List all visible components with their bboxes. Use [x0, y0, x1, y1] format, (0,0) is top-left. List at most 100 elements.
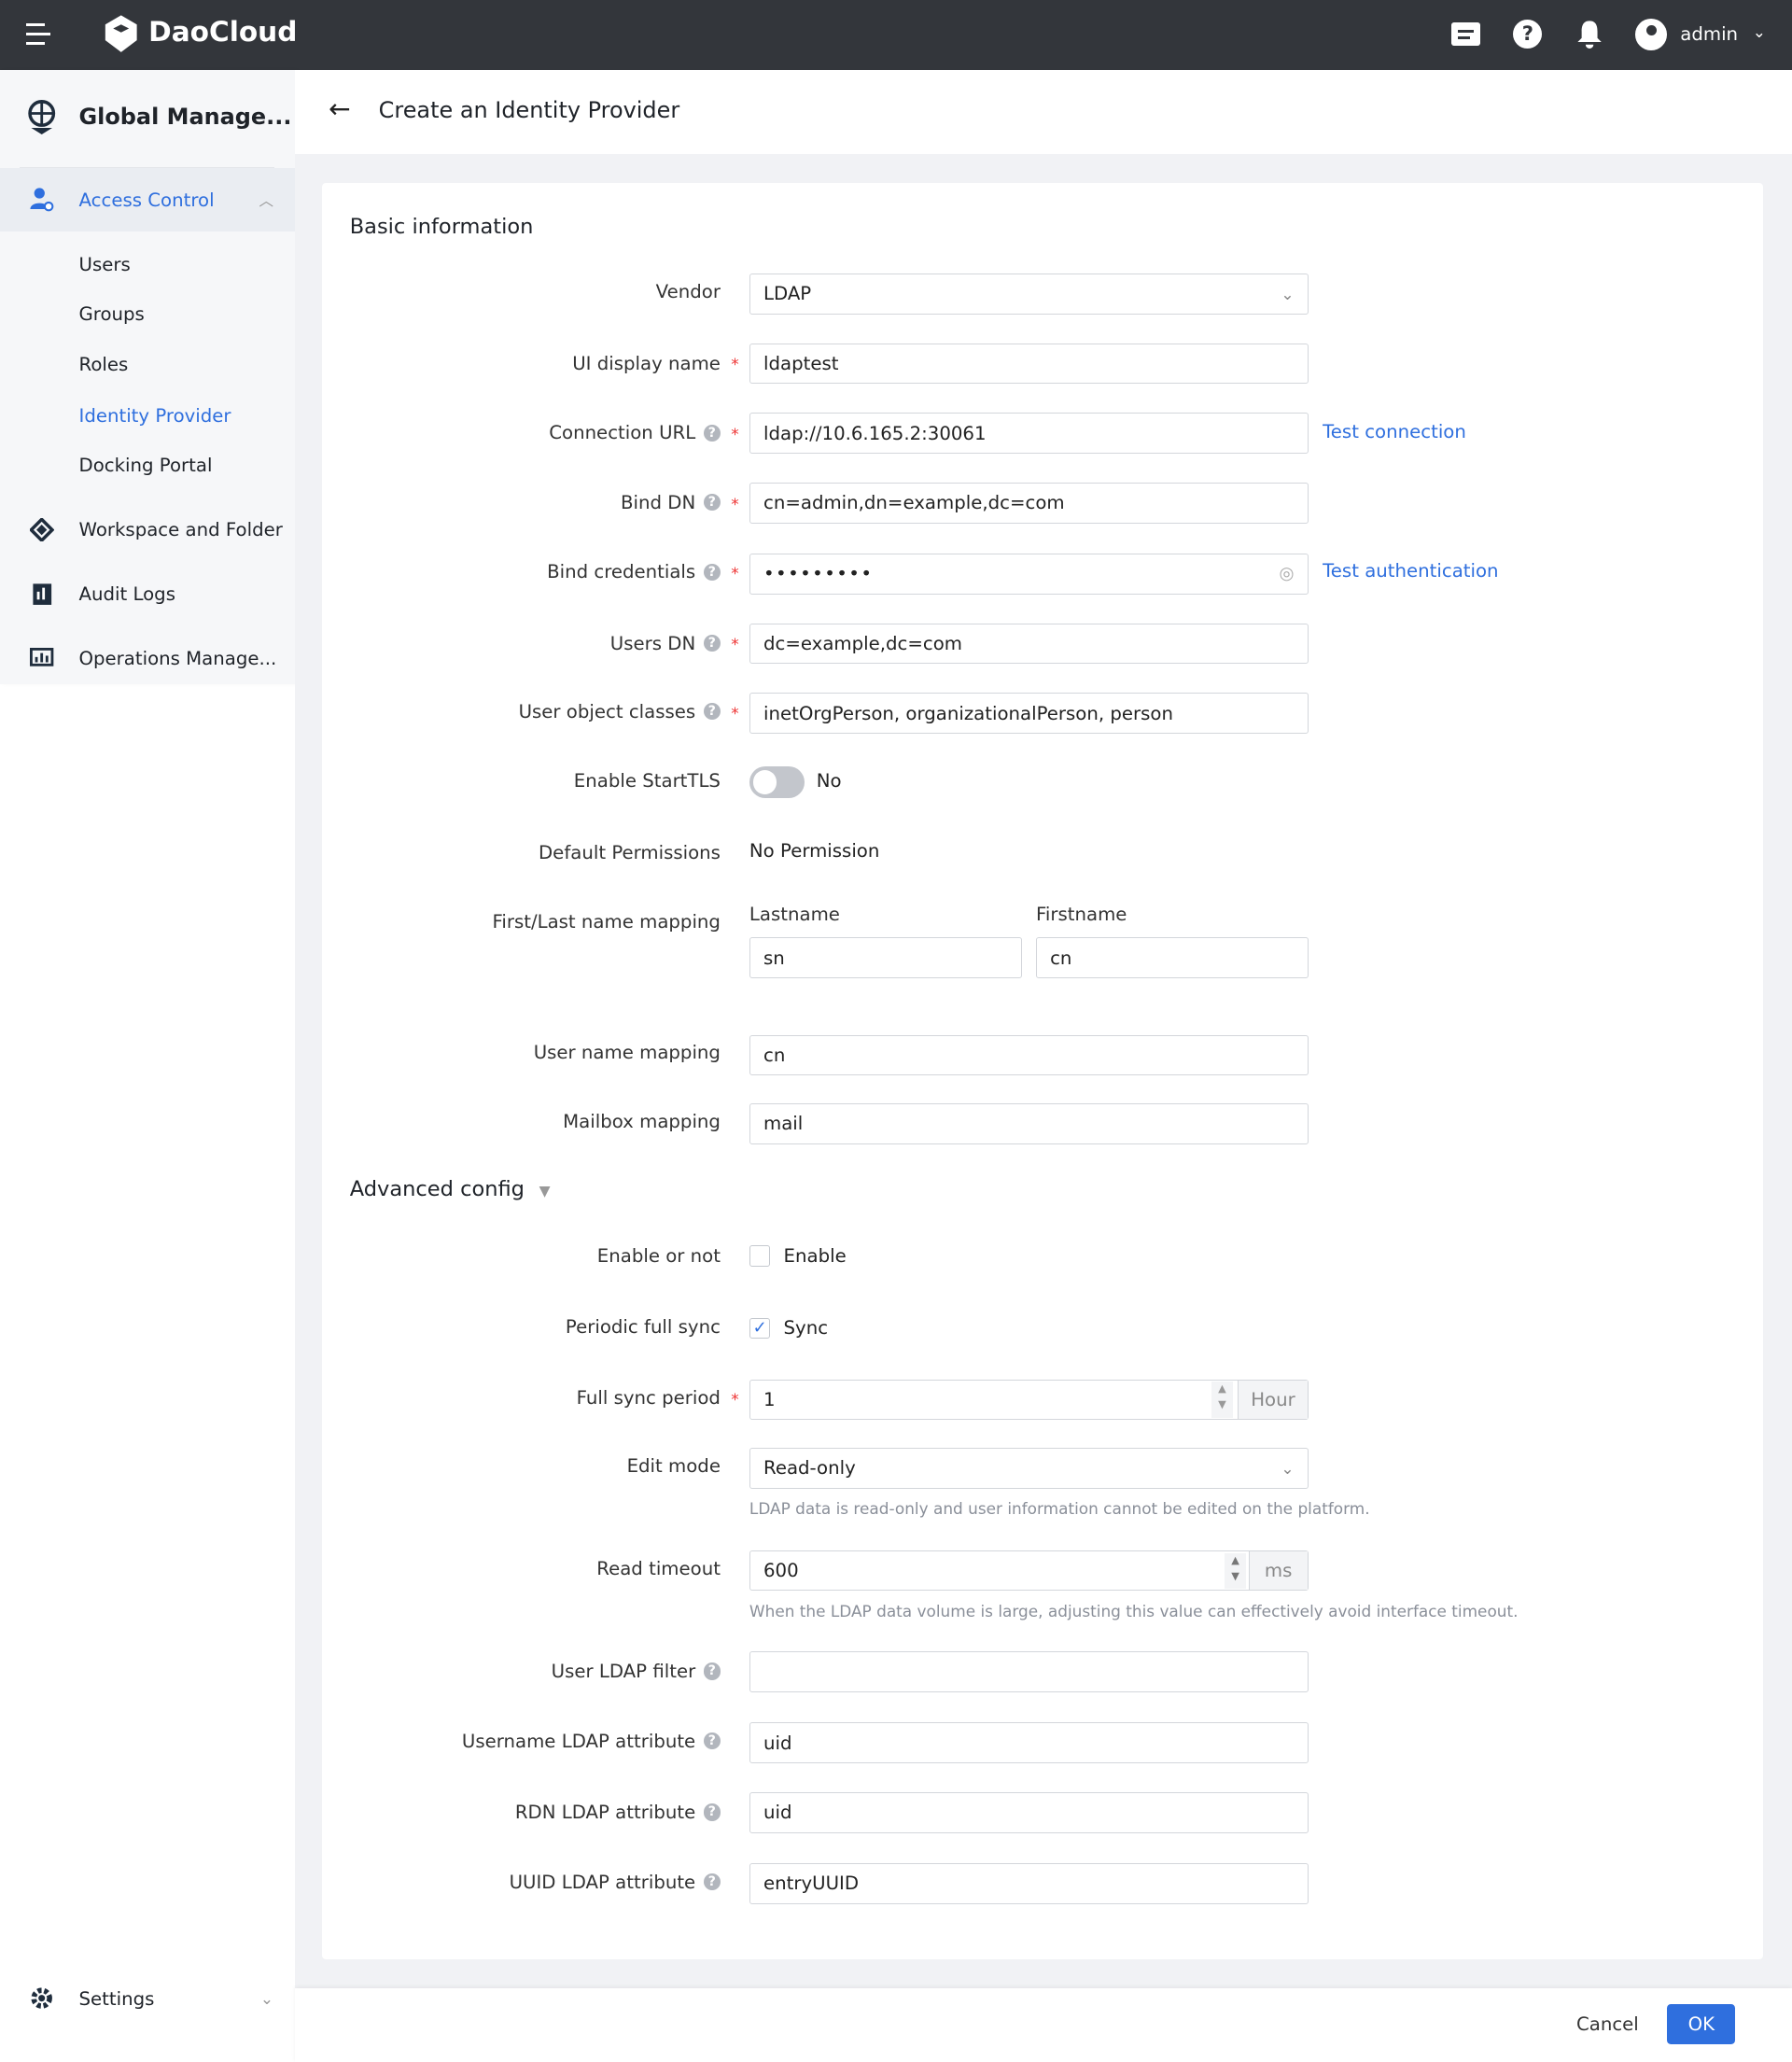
- chart-icon: [29, 646, 55, 672]
- checkbox-icon[interactable]: [749, 1245, 771, 1267]
- caret-down-icon: ▼: [539, 1182, 551, 1199]
- workspace-icon: [29, 517, 55, 543]
- periodic-sync-checkbox[interactable]: ✓ Sync: [749, 1317, 828, 1339]
- sidebar-item-operations[interactable]: Operations Manage...: [0, 638, 295, 680]
- sync-period-label: Full sync period: [576, 1387, 721, 1410]
- bind-dn-label: Bind DN?: [621, 492, 721, 513]
- sidebar-item-workspace[interactable]: Workspace and Folder: [0, 509, 295, 551]
- display-name-label: UI display name: [572, 352, 721, 374]
- firstname-label: Firstname: [1036, 903, 1127, 925]
- sidebar-item-groups[interactable]: Groups: [79, 303, 145, 325]
- help-icon[interactable]: ?: [703, 1803, 721, 1821]
- test-connection-link[interactable]: Test connection: [1323, 421, 1466, 442]
- back-arrow-icon[interactable]: ←: [329, 93, 351, 124]
- read-timeout-hint: When the LDAP data volume is large, adju…: [749, 1601, 1519, 1620]
- mailbox-mapping-label: Mailbox mapping: [563, 1111, 721, 1133]
- sidebar-item-access-control[interactable]: Access Control ︿: [0, 168, 295, 231]
- help-icon[interactable]: ?: [703, 424, 721, 442]
- footer-bar: Cancel OK: [294, 1987, 1792, 2062]
- starttls-toggle[interactable]: [749, 766, 805, 799]
- bell-icon[interactable]: [1576, 20, 1603, 49]
- help-icon[interactable]: ?: [703, 1873, 721, 1891]
- bind-dn-input[interactable]: cn=admin,dn=example,dc=com: [749, 482, 1309, 524]
- top-bar: DaoCloud ? admin ⌄: [0, 0, 1792, 70]
- module-switcher[interactable]: Global Manage...: [0, 96, 295, 138]
- message-icon[interactable]: [1451, 21, 1481, 47]
- chevron-down-icon[interactable]: ⌄: [260, 1989, 273, 2008]
- user-object-classes-input[interactable]: inetOrgPerson, organizationalPerson, per…: [749, 693, 1309, 735]
- user-filter-input[interactable]: [749, 1651, 1309, 1692]
- required-marker: *: [731, 703, 739, 722]
- help-icon[interactable]: ?: [703, 703, 721, 721]
- help-icon[interactable]: ?: [703, 1662, 721, 1680]
- required-marker: *: [731, 1389, 739, 1409]
- username-mapping-label: User name mapping: [533, 1041, 721, 1063]
- help-icon[interactable]: ?: [703, 634, 721, 652]
- username-attr-input[interactable]: uid: [749, 1722, 1309, 1763]
- sidebar-item-users[interactable]: Users: [79, 254, 131, 275]
- mailbox-mapping-input[interactable]: mail: [749, 1102, 1309, 1144]
- sidebar-item-label: Workspace and Folder: [78, 519, 283, 541]
- cancel-button[interactable]: Cancel: [1576, 2013, 1639, 2035]
- stepper-icon[interactable]: ▲ ▼: [1211, 1382, 1233, 1418]
- chevron-down-icon: ⌄: [1281, 1458, 1295, 1478]
- required-marker: *: [731, 494, 739, 513]
- user-filter-label: User LDAP filter?: [552, 1661, 721, 1682]
- sidebar-item-label: Audit Logs: [78, 583, 175, 606]
- sidebar-item-roles[interactable]: Roles: [79, 354, 129, 375]
- logo-icon: [103, 14, 139, 53]
- chevron-up-icon[interactable]: ︿: [259, 189, 273, 210]
- edit-mode-hint: LDAP data is read-only and user informat…: [749, 1498, 1370, 1518]
- stepper-icon[interactable]: ▲ ▼: [1225, 1552, 1246, 1589]
- connection-url-input[interactable]: ldap://10.6.165.2:30061: [749, 413, 1309, 454]
- test-authentication-link[interactable]: Test authentication: [1323, 560, 1498, 582]
- username-mapping-input[interactable]: cn: [749, 1034, 1309, 1076]
- help-icon[interactable]: ?: [703, 1732, 721, 1750]
- sidebar-item-identity-provider[interactable]: Identity Provider: [79, 405, 231, 427]
- user-avatar-icon[interactable]: [1635, 18, 1668, 50]
- ok-button[interactable]: OK: [1667, 2003, 1736, 2045]
- globe-icon: [23, 99, 60, 135]
- sidebar-item-settings[interactable]: Settings ⌄: [0, 1978, 295, 2020]
- help-icon[interactable]: ?: [703, 494, 721, 512]
- edit-mode-select[interactable]: Read-only ⌄: [749, 1447, 1309, 1489]
- chevron-down-icon: ⌄: [1281, 284, 1295, 303]
- enable-checkbox[interactable]: Enable: [749, 1245, 847, 1267]
- user-object-classes-label: User object classes?: [519, 701, 721, 722]
- vendor-select[interactable]: LDAP ⌄: [749, 274, 1309, 315]
- vendor-label: Vendor: [655, 281, 721, 303]
- menu-icon[interactable]: [26, 23, 50, 45]
- chevron-down-icon[interactable]: ⌄: [1753, 22, 1766, 41]
- sync-period-input[interactable]: 1 ▲ ▼ Hour: [749, 1379, 1309, 1421]
- display-name-input[interactable]: ldaptest: [749, 343, 1309, 385]
- default-permissions-value: No Permission: [749, 840, 880, 863]
- uuid-attr-input[interactable]: entryUUID: [749, 1863, 1309, 1904]
- required-marker: *: [731, 355, 739, 374]
- rdn-attr-label: RDN LDAP attribute?: [515, 1802, 721, 1823]
- firstname-input[interactable]: cn: [1036, 937, 1309, 979]
- help-icon[interactable]: ?: [1513, 20, 1543, 49]
- bind-credentials-input[interactable]: ••••••••• ◎: [749, 554, 1309, 595]
- users-dn-input[interactable]: dc=example,dc=com: [749, 623, 1309, 665]
- bind-credentials-label: Bind credentials?: [547, 561, 721, 582]
- read-timeout-label: Read timeout: [596, 1558, 721, 1580]
- sidebar: Global Manage... Access Control ︿ Users …: [0, 69, 295, 2062]
- help-icon[interactable]: ?: [703, 563, 721, 582]
- required-marker: *: [731, 424, 739, 443]
- sidebar-item-docking-portal[interactable]: Docking Portal: [79, 455, 213, 476]
- user-name[interactable]: admin: [1680, 23, 1738, 45]
- brand-name[interactable]: DaoCloud: [148, 16, 297, 48]
- eye-hidden-icon[interactable]: ◎: [1280, 564, 1295, 583]
- sidebar-item-audit-logs[interactable]: Audit Logs: [0, 573, 295, 615]
- rdn-attr-input[interactable]: uid: [749, 1792, 1309, 1833]
- lastname-input[interactable]: sn: [749, 937, 1022, 979]
- read-timeout-input[interactable]: 600 ▲ ▼ ms: [749, 1550, 1309, 1592]
- checkmark-icon[interactable]: ✓: [749, 1317, 771, 1340]
- page-header: ← Create an Identity Provider: [294, 69, 1792, 154]
- advanced-config-toggle[interactable]: Advanced config ▼: [350, 1177, 551, 1201]
- periodic-sync-label: Periodic full sync: [565, 1316, 721, 1339]
- starttls-value: No: [816, 770, 842, 793]
- section-basic-heading: Basic information: [349, 214, 534, 239]
- unit-label: Hour: [1238, 1381, 1308, 1419]
- sidebar-item-label: Operations Manage...: [78, 648, 277, 670]
